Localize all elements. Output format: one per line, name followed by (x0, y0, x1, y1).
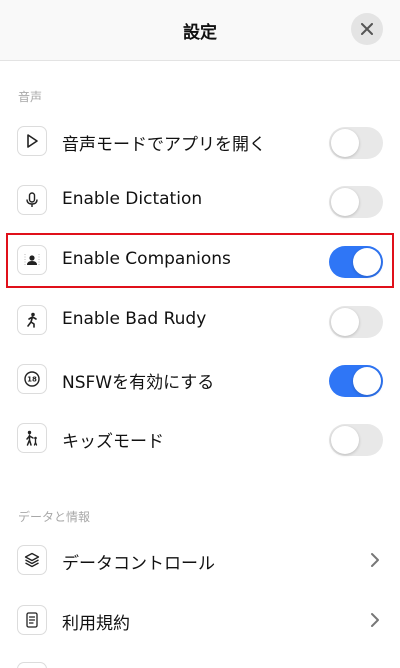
toggle-knob (331, 308, 359, 336)
section-title-voice: 音声 (18, 90, 43, 104)
settings-screen: 設定 音声 音声モードでアプリを開く Enable Dictation Enab… (0, 0, 400, 668)
toggle-knob (331, 129, 359, 157)
row-label: Enable Bad Rudy (62, 309, 207, 329)
settings-row-data-controls[interactable]: データコントロール (0, 533, 400, 589)
section-title-data: データと情報 (18, 510, 91, 524)
chevron-right-icon (371, 613, 379, 627)
settings-row-nsfw[interactable]: 18 NSFWを有効にする (0, 352, 400, 408)
layers-icon (17, 545, 47, 575)
row-label: データコントロール (62, 554, 215, 574)
close-icon (361, 23, 373, 35)
row-label: NSFWを有効にする (62, 373, 215, 393)
row-label: 利用規約 (62, 614, 130, 634)
page-title: 設定 (183, 23, 217, 43)
settings-row-bad-rudy[interactable]: Enable Bad Rudy (0, 293, 400, 349)
play-icon (17, 126, 47, 156)
toggle-knob (331, 426, 359, 454)
microphone-icon (17, 185, 47, 215)
document-icon (17, 605, 47, 635)
bad-rudy-toggle[interactable] (329, 306, 383, 338)
running-figure-icon (17, 305, 47, 335)
nsfw-toggle[interactable] (329, 365, 383, 397)
close-button[interactable] (351, 13, 383, 45)
dictation-toggle[interactable] (329, 186, 383, 218)
parent-child-icon (17, 423, 47, 453)
header: 設定 (0, 0, 400, 61)
toggle-knob (331, 188, 359, 216)
partial-row-icon (17, 662, 47, 668)
settings-row-terms[interactable]: 利用規約 (0, 593, 400, 649)
voice-mode-toggle[interactable] (329, 127, 383, 159)
highlight-box (6, 233, 394, 288)
row-label: Enable Dictation (62, 189, 203, 209)
settings-row-dictation[interactable]: Enable Dictation (0, 173, 400, 229)
chevron-right-icon (371, 553, 379, 567)
settings-row-voice-mode[interactable]: 音声モードでアプリを開く (0, 114, 400, 170)
svg-text:18: 18 (27, 376, 37, 384)
settings-row-kids-mode[interactable]: キッズモード (0, 411, 400, 467)
toggle-knob (353, 367, 381, 395)
row-label: キッズモード (62, 432, 164, 452)
row-label: 音声モードでアプリを開く (62, 135, 266, 155)
age-18-icon: 18 (17, 364, 47, 394)
kids-mode-toggle[interactable] (329, 424, 383, 456)
